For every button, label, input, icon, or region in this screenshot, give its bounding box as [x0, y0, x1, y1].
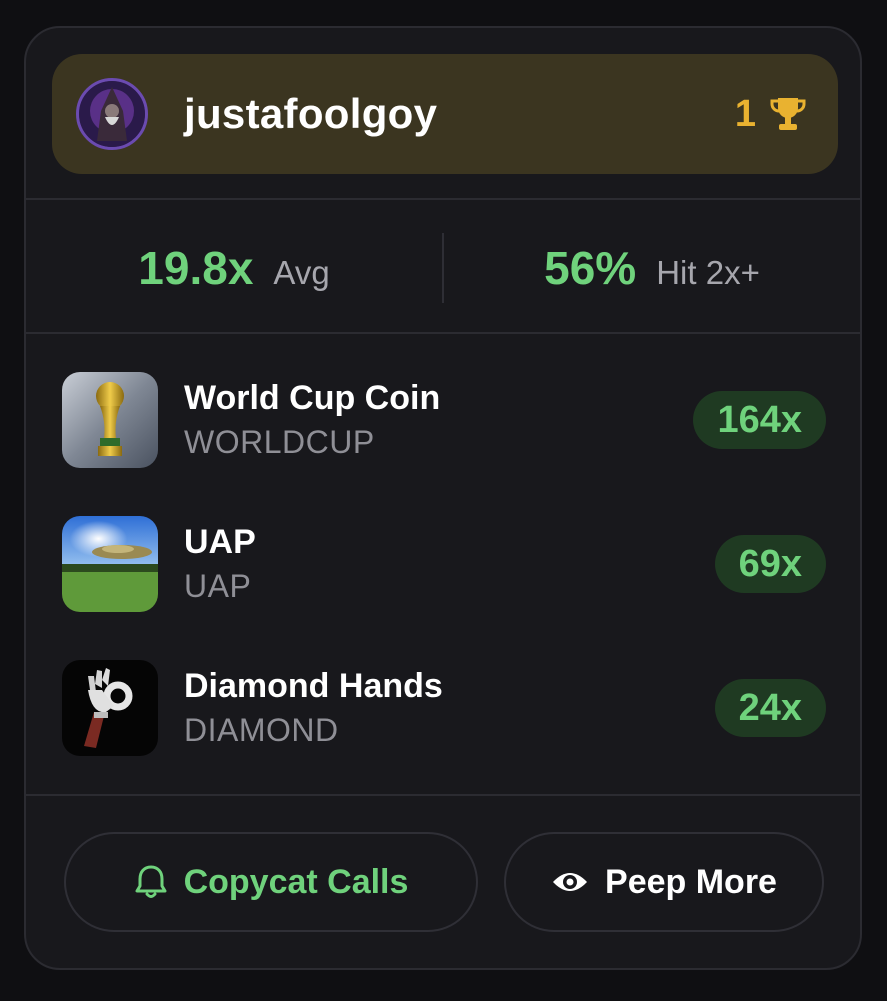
coin-name: UAP [184, 523, 256, 561]
world-cup-trophy-icon [62, 372, 158, 468]
hit-value: 56% [544, 242, 637, 294]
divider [26, 332, 860, 334]
avg-stat: 19.8x Avg [26, 241, 442, 295]
ok-hand-glove-icon [62, 660, 158, 756]
action-buttons: Copycat Calls Peep More [26, 832, 860, 932]
divider [26, 198, 860, 200]
coin-image-diamond [62, 660, 158, 756]
coin-name: World Cup Coin [184, 379, 441, 417]
coin-ticker: WORLDCUP [184, 424, 375, 460]
avatar[interactable] [76, 78, 148, 150]
multiplier-badge: 24x [714, 679, 826, 737]
hit-stat: 56% Hit 2x+ [444, 241, 860, 295]
multiplier-badge: 164x [693, 391, 826, 449]
eye-icon [553, 873, 588, 891]
stats-row: 19.8x Avg 56% Hit 2x+ [26, 202, 860, 334]
coin-ticker: DIAMOND [184, 712, 339, 748]
profile-header[interactable]: justafoolgoy 1 [52, 54, 838, 174]
hooded-figure-avatar-icon [79, 81, 145, 147]
coin-row-worldcup[interactable]: World Cup Coin WORLDCUP 164x [62, 372, 826, 468]
copycat-calls-button[interactable]: Copycat Calls [64, 832, 478, 932]
coin-info: Diamond Hands DIAMOND [184, 667, 715, 749]
coin-row-uap[interactable]: UAP UAP 69x [62, 516, 826, 612]
avg-label: Avg [273, 254, 330, 291]
ufo-over-field-icon [62, 516, 158, 612]
coin-info: UAP UAP [184, 523, 715, 605]
bell-icon [135, 865, 167, 898]
trophy-icon [770, 98, 806, 130]
trader-card: justafoolgoy 1 19.8x Avg 56% Hit 2x+ Wor… [24, 26, 862, 970]
peep-more-label: Peep More [605, 862, 777, 901]
divider [26, 794, 860, 796]
coin-image-worldcup [62, 372, 158, 468]
coin-ticker: UAP [184, 568, 252, 604]
peep-more-button[interactable]: Peep More [504, 832, 824, 932]
hit-label: Hit 2x+ [656, 254, 760, 291]
coin-name: Diamond Hands [184, 667, 443, 705]
copycat-calls-label: Copycat Calls [183, 862, 409, 901]
rank-number: 1 [734, 92, 756, 135]
coin-info: World Cup Coin WORLDCUP [184, 379, 693, 461]
username: justafoolgoy [184, 90, 438, 137]
rank-badge: 1 [735, 93, 808, 136]
avg-value: 19.8x [138, 242, 254, 294]
coin-image-uap [62, 516, 158, 612]
coin-row-diamond[interactable]: Diamond Hands DIAMOND 24x [62, 660, 826, 756]
multiplier-badge: 69x [714, 535, 826, 593]
